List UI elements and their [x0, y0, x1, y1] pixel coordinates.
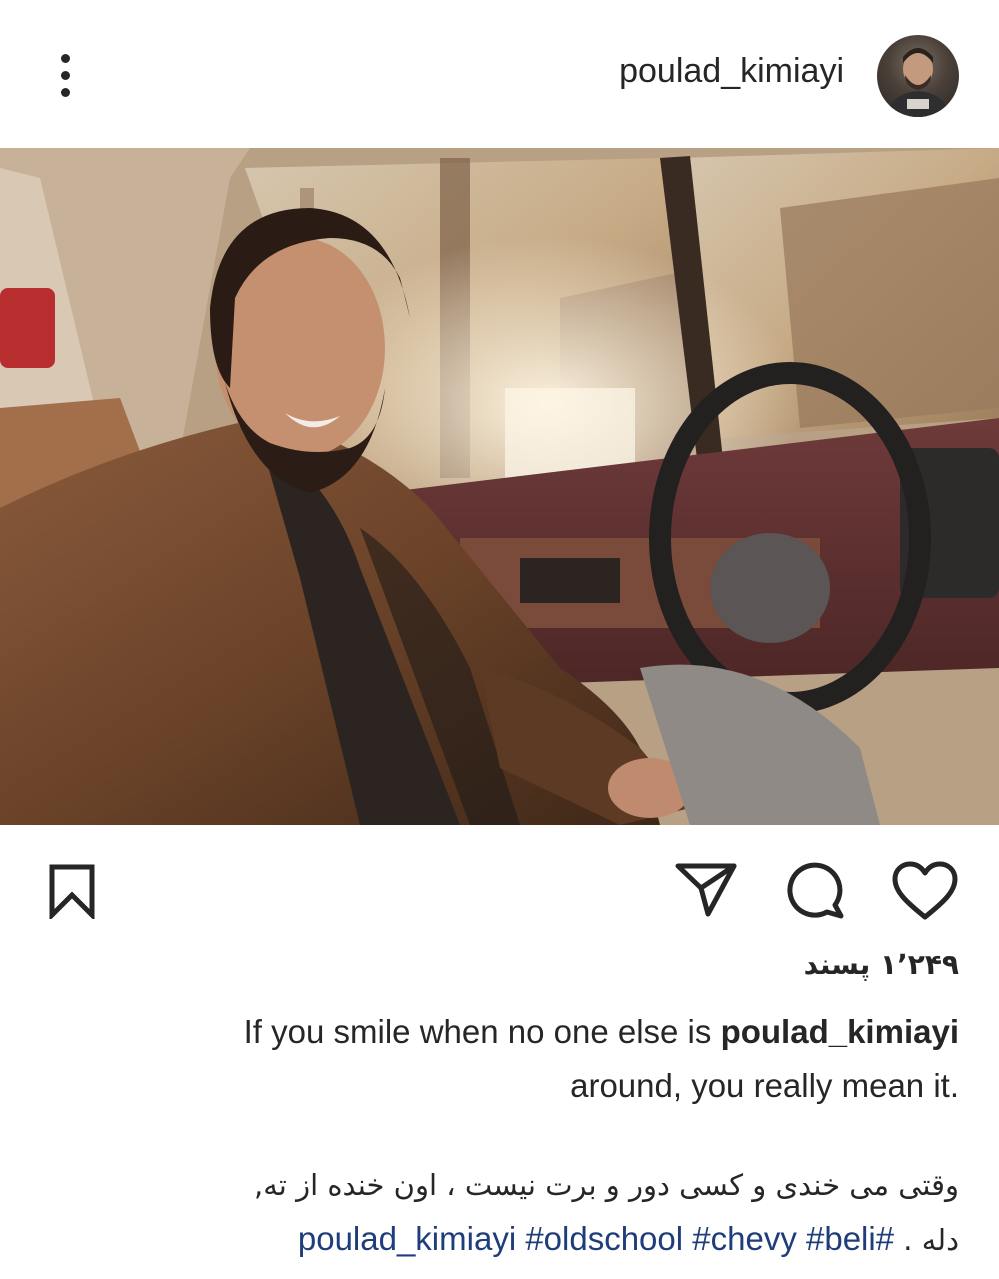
caption-text-line2: around, you really mean it.: [570, 1067, 959, 1104]
caption-username[interactable]: poulad_kimiayi: [721, 1013, 959, 1050]
comment-icon[interactable]: [783, 858, 847, 922]
avatar[interactable]: [877, 35, 959, 117]
post-author-username[interactable]: poulad_kimiayi: [619, 52, 844, 91]
post-caption: If you smile when no one else is poulad_…: [99, 1005, 959, 1113]
more-vertical-icon-dot: [61, 71, 70, 80]
more-vertical-icon-dot: [61, 88, 70, 97]
caption-text-line1: If you smile when no one else is: [243, 1013, 712, 1050]
post-action-bar: [0, 825, 999, 950]
heart-icon[interactable]: [891, 861, 959, 921]
post-photo[interactable]: [0, 148, 999, 825]
likes-count[interactable]: ۱٬۲۴۹ پسند: [804, 948, 959, 981]
caption-persian-text: وقتی می خندی و کسی دور و برت نیست ، اون …: [254, 1168, 959, 1202]
more-vertical-icon-dot: [61, 54, 70, 63]
more-options-button[interactable]: [48, 50, 84, 102]
caption-tail-text: . دله: [903, 1223, 959, 1257]
bookmark-icon[interactable]: [44, 863, 100, 919]
caption-hashtags: poulad_kimiayi #oldschool #chevy #beli# …: [99, 1212, 959, 1267]
send-icon[interactable]: [674, 860, 738, 920]
hashtag-links[interactable]: poulad_kimiayi #oldschool #chevy #beli#: [298, 1220, 894, 1257]
post-header: poulad_kimiayi: [0, 0, 999, 148]
